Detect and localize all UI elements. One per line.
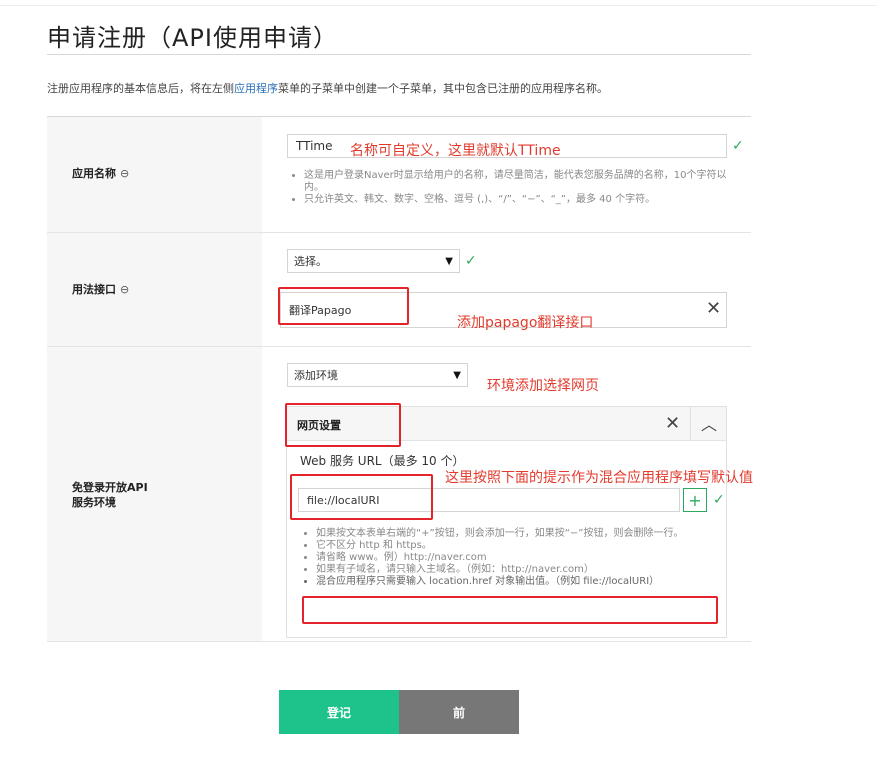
caret-down-icon: ▼ — [453, 369, 461, 381]
highlight-box-hybrid-hint — [302, 596, 718, 624]
app-name-label: 应用名称 ⊖ — [72, 167, 130, 180]
usage-api-select[interactable]: 选择。 ▼ — [287, 249, 460, 273]
check-icon: ✓ — [732, 138, 744, 154]
environment-label: 免登录开放API 服务环境 — [72, 481, 148, 509]
hint-item: 如果有子域名，请只输入主域名。（例如：http://naver.com） — [316, 564, 702, 576]
page-description: 注册应用程序的基本信息后，将在左侧应用程序菜单的子菜单中创建一个子菜单，其中包含… — [47, 80, 608, 96]
link-icon: ⊖ — [120, 167, 130, 180]
annotation-usage-api: 添加papago翻译接口 — [457, 315, 594, 331]
description-text-1: 注册应用程序的基本信息后，将在左侧 — [47, 82, 234, 95]
highlight-box-web-settings — [285, 403, 401, 447]
collapse-chevron-up-icon[interactable]: ︿ — [701, 411, 717, 435]
annotation-environment: 环境添加选择网页 — [487, 378, 599, 394]
applications-link[interactable]: 应用程序 — [234, 82, 278, 95]
web-url-label: Web 服务 URL（最多 10 个） — [300, 454, 465, 468]
hint-item: 只允许英文、韩文、数字、空格、逗号 (,)、“/”、“−”、“_”，最多 40 … — [304, 194, 730, 206]
hint-item: 这是用户登录Naver时显示给用户的名称，请尽量简洁，能代表您服务品牌的名称，1… — [304, 170, 730, 194]
back-button[interactable]: 前 — [399, 690, 519, 734]
hint-item: 它不区分 http 和 https。 — [316, 540, 702, 552]
top-divider — [0, 5, 877, 6]
header-divider — [690, 407, 691, 440]
register-button[interactable]: 登记 — [279, 690, 399, 734]
add-url-plus-button[interactable]: + — [683, 488, 707, 512]
hint-item: 如果按文本表单右端的“+”按钮，则会添加一行，如果按“−”按钮，则会删除一行。 — [316, 528, 702, 540]
close-panel-icon[interactable]: ✕ — [665, 413, 680, 434]
link-icon: ⊖ — [120, 283, 130, 296]
check-icon: ✓ — [713, 492, 725, 508]
annotation-app-name: 名称可自定义，这里就默认TTime — [350, 143, 561, 159]
environment-select[interactable]: 添加环境 ▼ — [287, 363, 468, 387]
check-icon: ✓ — [465, 253, 477, 269]
usage-api-label: 用法接口 ⊖ — [72, 283, 130, 296]
hint-item: 请省略 www。例）http://naver.com — [316, 552, 702, 564]
row-divider — [47, 641, 751, 642]
annotation-url: 这里按照下面的提示作为混合应用程序填写默认值 — [445, 470, 753, 486]
highlight-box-api — [278, 287, 409, 325]
description-text-2: 菜单的子菜单中创建一个子菜单，其中包含已注册的应用程序名称。 — [278, 82, 608, 95]
highlight-box-url — [290, 474, 433, 520]
app-name-hints: 这是用户登录Naver时显示给用户的名称，请尽量简洁，能代表您服务品牌的名称，1… — [290, 170, 730, 206]
hint-item: 混合应用程序只需要输入 location.href 对象输出值。（例如 file… — [316, 576, 702, 588]
caret-down-icon: ▼ — [445, 255, 453, 267]
page-title: 申请注册（API使用申请） — [47, 24, 338, 52]
web-url-hints: 如果按文本表单右端的“+”按钮，则会添加一行，如果按“−”按钮，则会删除一行。 … — [302, 528, 702, 588]
remove-api-close-icon[interactable]: ✕ — [706, 298, 721, 319]
title-divider — [47, 54, 751, 55]
